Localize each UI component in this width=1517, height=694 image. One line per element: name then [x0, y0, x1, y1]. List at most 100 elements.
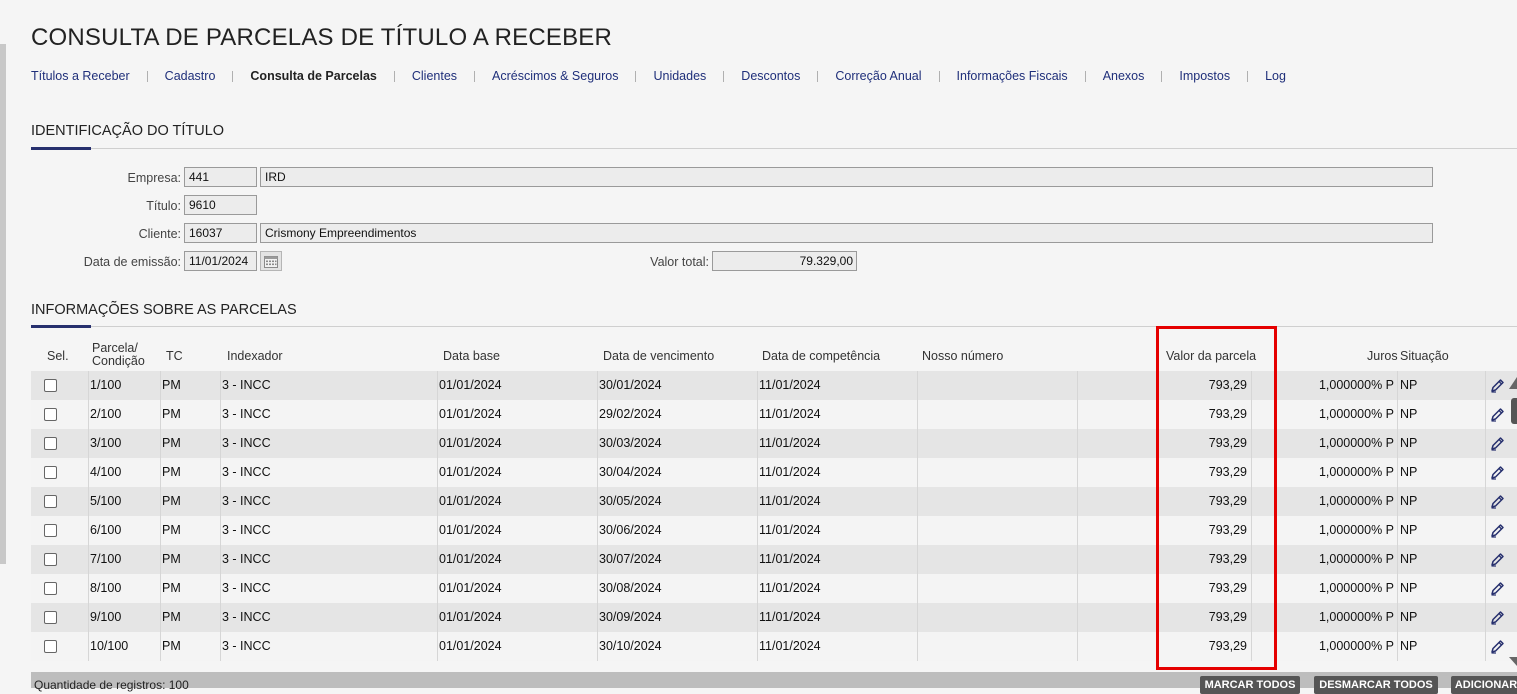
tab-consulta-de-parcelas[interactable]: Consulta de Parcelas	[250, 69, 376, 83]
tab-cadastro[interactable]: Cadastro	[165, 69, 216, 83]
column-separator	[597, 545, 598, 574]
titulo-field[interactable]: 9610	[184, 195, 257, 215]
tab-impostos[interactable]: Impostos	[1179, 69, 1230, 83]
data-emissao-field[interactable]: 11/01/2024	[184, 251, 257, 271]
empresa-name-field[interactable]: IRD	[260, 167, 1433, 187]
cell-valor-parcela: 793,29	[1208, 494, 1247, 508]
col-header-sel[interactable]: Sel.	[47, 350, 69, 363]
empresa-code-field[interactable]: 441	[184, 167, 257, 187]
column-separator	[917, 545, 918, 574]
column-separator	[88, 429, 89, 458]
table-row[interactable]: 1/100 PM 3 - INCC 01/01/2024 30/01/2024 11/01…	[31, 371, 1517, 400]
cell-juros: 1,000000% P	[1318, 610, 1394, 624]
column-separator	[757, 371, 758, 400]
pencil-icon[interactable]	[1486, 429, 1508, 458]
row-select-checkbox[interactable]	[44, 640, 57, 653]
row-select-cell	[31, 371, 75, 400]
column-separator	[88, 603, 89, 632]
column-separator	[437, 400, 438, 429]
column-separator	[597, 371, 598, 400]
cell-parcela: 1/100	[90, 378, 122, 392]
column-separator	[917, 516, 918, 545]
col-header-data-competencia[interactable]: Data de competência	[762, 350, 880, 363]
pencil-icon[interactable]	[1486, 371, 1508, 400]
table-row[interactable]: 6/100 PM 3 - INCC 01/01/2024 30/06/2024 11/01…	[31, 516, 1517, 545]
col-header-data-base[interactable]: Data base	[443, 350, 500, 363]
tab-correcao-anual[interactable]: Correção Anual	[835, 69, 921, 83]
cell-parcela: 9/100	[90, 610, 122, 624]
col-header-indexador[interactable]: Indexador	[227, 350, 283, 363]
row-select-checkbox[interactable]	[44, 466, 57, 479]
pencil-icon[interactable]	[1486, 487, 1508, 516]
cell-parcela: 4/100	[90, 465, 122, 479]
cliente-code-field[interactable]: 16037	[184, 223, 257, 243]
pencil-icon[interactable]	[1486, 603, 1508, 632]
col-header-data-vencimento[interactable]: Data de vencimento	[603, 350, 714, 363]
pencil-icon[interactable]	[1486, 632, 1508, 661]
row-select-cell	[31, 574, 75, 603]
cell-valor-parcela: 793,29	[1208, 436, 1247, 450]
calendar-icon[interactable]	[260, 251, 282, 271]
row-select-checkbox[interactable]	[44, 524, 57, 537]
col-header-valor-parcela[interactable]: Valor da parcela	[1166, 350, 1256, 363]
tab-separator	[817, 70, 819, 82]
vertical-scrollbar-thumb[interactable]	[1511, 398, 1517, 424]
tab-separator	[1247, 70, 1249, 82]
row-select-checkbox[interactable]	[44, 582, 57, 595]
row-select-checkbox[interactable]	[44, 611, 57, 624]
tab-anexos[interactable]: Anexos	[1103, 69, 1145, 83]
col-header-nosso-numero[interactable]: Nosso número	[922, 350, 1003, 363]
column-separator	[220, 603, 221, 632]
cell-indexador: 3 - INCC	[222, 610, 271, 624]
row-select-checkbox[interactable]	[44, 408, 57, 421]
table-row[interactable]: 5/100 PM 3 - INCC 01/01/2024 30/05/2024 11/01…	[31, 487, 1517, 516]
table-row[interactable]: 3/100 PM 3 - INCC 01/01/2024 30/03/2024 11/01…	[31, 429, 1517, 458]
column-separator	[160, 603, 161, 632]
scroll-up-icon[interactable]	[1509, 376, 1517, 390]
tab-acrescimos-seguros[interactable]: Acréscimos & Seguros	[492, 69, 618, 83]
cell-situacao: NP	[1400, 639, 1418, 653]
adicionar-button[interactable]: ADICIONAR	[1451, 676, 1517, 694]
desmarcar-todos-button[interactable]: DESMARCAR TODOS	[1314, 676, 1438, 694]
table-row[interactable]: 7/100 PM 3 - INCC 01/01/2024 30/07/2024 11/01…	[31, 545, 1517, 574]
section-title-parcelas: INFORMAÇÕES SOBRE AS PARCELAS	[31, 302, 297, 318]
column-separator	[437, 545, 438, 574]
cell-data-vencimento: 30/03/2024	[599, 436, 662, 450]
table-row[interactable]: 10/100 PM 3 - INCC 01/01/2024 30/10/2024 11/0…	[31, 632, 1517, 661]
row-select-checkbox[interactable]	[44, 379, 57, 392]
pencil-icon[interactable]	[1486, 574, 1508, 603]
marcar-todos-button[interactable]: MARCAR TODOS	[1200, 676, 1300, 694]
row-select-checkbox[interactable]	[44, 437, 57, 450]
column-separator	[1397, 371, 1398, 400]
col-header-tc[interactable]: TC	[166, 350, 183, 363]
tab-titulos-a-receber[interactable]: Títulos a Receber	[31, 69, 130, 83]
pencil-icon[interactable]	[1486, 458, 1508, 487]
pencil-icon[interactable]	[1486, 545, 1508, 574]
scroll-down-icon[interactable]	[1509, 654, 1517, 666]
column-separator	[1077, 632, 1078, 661]
cell-parcela: 8/100	[90, 581, 122, 595]
tab-log[interactable]: Log	[1265, 69, 1286, 83]
table-row[interactable]: 2/100 PM 3 - INCC 01/01/2024 29/02/2024 11/01…	[31, 400, 1517, 429]
table-row[interactable]: 9/100 PM 3 - INCC 01/01/2024 30/09/2024 11/01…	[31, 603, 1517, 632]
column-separator	[160, 487, 161, 516]
table-row[interactable]: 8/100 PM 3 - INCC 01/01/2024 30/08/2024 11/01…	[31, 574, 1517, 603]
column-separator	[437, 458, 438, 487]
col-header-situacao[interactable]: Situação	[1400, 350, 1449, 363]
row-select-checkbox[interactable]	[44, 495, 57, 508]
tab-unidades[interactable]: Unidades	[653, 69, 706, 83]
tab-clientes[interactable]: Clientes	[412, 69, 457, 83]
cell-data-vencimento: 30/07/2024	[599, 552, 662, 566]
pencil-icon[interactable]	[1486, 400, 1508, 429]
column-separator	[1251, 632, 1252, 661]
tab-informacoes-fiscais[interactable]: Informações Fiscais	[957, 69, 1068, 83]
col-header-juros[interactable]: Juros	[1367, 350, 1398, 363]
pencil-icon[interactable]	[1486, 516, 1508, 545]
row-select-checkbox[interactable]	[44, 553, 57, 566]
table-row[interactable]: 4/100 PM 3 - INCC 01/01/2024 30/04/2024 11/01…	[31, 458, 1517, 487]
column-separator	[1251, 400, 1252, 429]
cliente-name-field[interactable]: Crismony Empreendimentos	[260, 223, 1433, 243]
cell-valor-parcela: 793,29	[1208, 639, 1247, 653]
col-header-parcela[interactable]: Parcela/ Condição	[92, 342, 145, 368]
tab-descontos[interactable]: Descontos	[741, 69, 800, 83]
